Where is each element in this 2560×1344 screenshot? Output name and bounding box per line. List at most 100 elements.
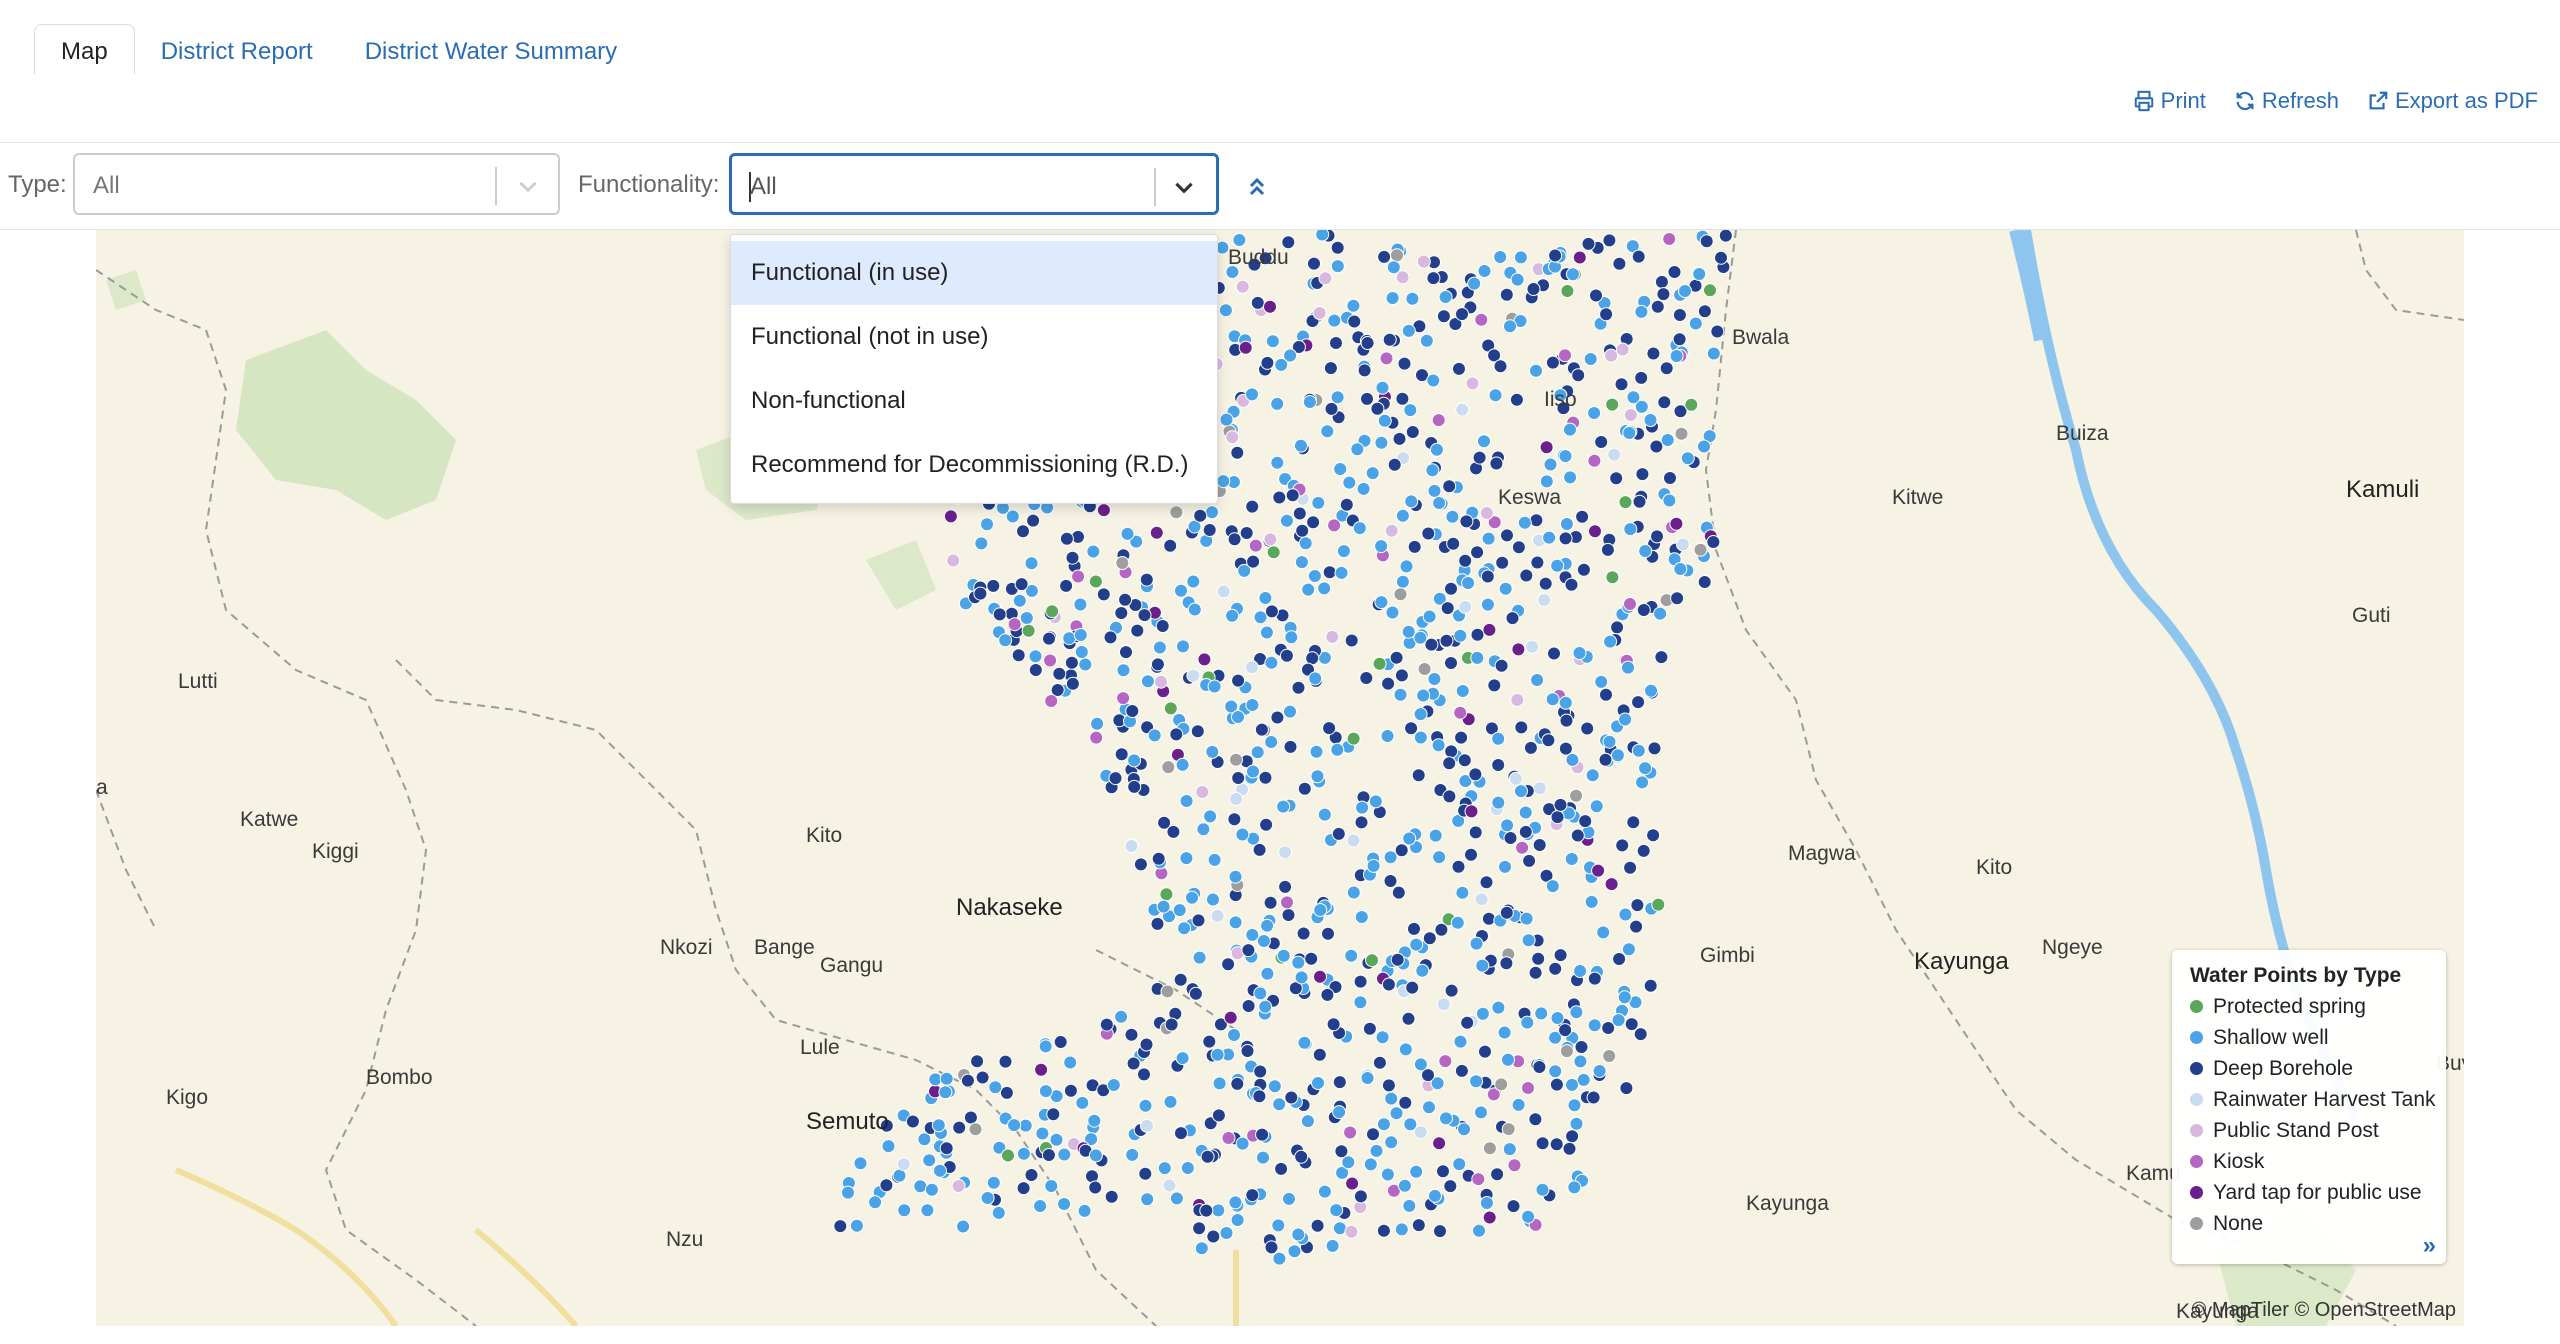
water-point-marker[interactable]: [1045, 604, 1060, 619]
water-point-marker[interactable]: [1564, 577, 1579, 592]
water-point-marker[interactable]: [1071, 569, 1086, 584]
water-point-marker[interactable]: [1232, 233, 1247, 247]
water-point-marker[interactable]: [1442, 756, 1457, 771]
water-point-marker[interactable]: [1325, 629, 1340, 644]
water-point-marker[interactable]: [1360, 336, 1375, 350]
water-point-marker[interactable]: [1444, 744, 1459, 759]
water-point-marker[interactable]: [1471, 1172, 1486, 1187]
water-point-marker[interactable]: [1252, 842, 1267, 857]
water-point-marker[interactable]: [1216, 474, 1231, 489]
water-point-marker[interactable]: [1228, 869, 1243, 884]
water-point-marker[interactable]: [1172, 903, 1187, 918]
water-point-marker[interactable]: [975, 1070, 990, 1085]
water-point-marker[interactable]: [1264, 735, 1279, 749]
water-point-marker[interactable]: [1038, 1084, 1053, 1099]
print-button[interactable]: Print: [2133, 88, 2206, 114]
water-point-marker[interactable]: [1034, 1062, 1049, 1077]
water-point-marker[interactable]: [1401, 323, 1416, 338]
water-point-marker[interactable]: [1124, 839, 1139, 853]
water-point-marker[interactable]: [1521, 933, 1536, 948]
water-point-marker[interactable]: [1530, 555, 1545, 570]
water-point-marker[interactable]: [1394, 1222, 1409, 1237]
water-point-marker[interactable]: [1479, 1196, 1494, 1210]
water-point-marker[interactable]: [1260, 355, 1275, 370]
water-point-marker[interactable]: [1370, 401, 1385, 416]
water-point-marker[interactable]: [1493, 359, 1508, 374]
water-point-marker[interactable]: [1515, 840, 1530, 855]
water-point-marker[interactable]: [1588, 524, 1602, 539]
water-point-marker[interactable]: [1024, 1168, 1039, 1182]
water-point-marker[interactable]: [1605, 397, 1620, 412]
water-point-marker[interactable]: [1535, 1182, 1550, 1197]
water-point-marker[interactable]: [1389, 650, 1404, 665]
water-point-marker[interactable]: [1235, 827, 1250, 842]
water-point-marker[interactable]: [1130, 623, 1145, 638]
water-point-marker[interactable]: [1402, 1198, 1417, 1213]
water-point-marker[interactable]: [1699, 234, 1714, 249]
water-point-marker[interactable]: [1392, 431, 1407, 446]
water-point-marker[interactable]: [1553, 948, 1568, 963]
water-point-marker[interactable]: [1436, 997, 1451, 1012]
water-point-marker[interactable]: [1384, 523, 1399, 538]
water-point-marker[interactable]: [1663, 471, 1677, 485]
water-point-marker[interactable]: [986, 578, 1001, 593]
water-point-marker[interactable]: [1659, 361, 1674, 376]
option-functional-not-in-use[interactable]: Functional (not in use): [731, 305, 1217, 369]
option-non-functional[interactable]: Non-functional: [731, 369, 1217, 433]
water-point-marker[interactable]: [1359, 671, 1374, 685]
water-point-marker[interactable]: [1191, 913, 1206, 928]
water-point-marker[interactable]: [1248, 538, 1263, 553]
water-point-marker[interactable]: [1272, 490, 1287, 505]
water-point-marker[interactable]: [1246, 554, 1261, 569]
water-point-marker[interactable]: [1411, 1218, 1426, 1233]
collapse-filters-icon[interactable]: [1245, 173, 1269, 201]
water-point-marker[interactable]: [1179, 794, 1194, 808]
water-point-marker[interactable]: [1322, 565, 1337, 580]
chevron-down-icon[interactable]: [515, 173, 541, 199]
water-point-marker[interactable]: [1649, 439, 1664, 454]
water-point-marker[interactable]: [1571, 368, 1586, 383]
water-point-marker[interactable]: [1258, 999, 1273, 1014]
water-point-marker[interactable]: [1653, 606, 1668, 621]
water-point-marker[interactable]: [1631, 249, 1646, 264]
water-point-marker[interactable]: [1680, 451, 1695, 466]
water-point-marker[interactable]: [1548, 248, 1563, 263]
water-point-marker[interactable]: [1481, 911, 1496, 926]
water-point-marker[interactable]: [1343, 1125, 1358, 1140]
water-point-marker[interactable]: [1210, 1047, 1225, 1062]
water-point-marker[interactable]: [1419, 333, 1434, 348]
water-point-marker[interactable]: [1656, 287, 1671, 302]
water-point-marker[interactable]: [1195, 785, 1210, 799]
water-point-marker[interactable]: [1592, 1064, 1607, 1078]
water-point-marker[interactable]: [833, 1219, 848, 1234]
water-point-marker[interactable]: [1309, 744, 1324, 759]
water-point-marker[interactable]: [1200, 1149, 1215, 1164]
water-point-marker[interactable]: [1238, 340, 1253, 355]
water-point-marker[interactable]: [943, 509, 958, 524]
water-point-marker[interactable]: [1559, 517, 1574, 531]
water-point-marker[interactable]: [1332, 1221, 1347, 1236]
water-point-marker[interactable]: [1529, 363, 1543, 378]
water-point-marker[interactable]: [1514, 720, 1529, 735]
water-point-marker[interactable]: [1453, 705, 1468, 720]
water-point-marker[interactable]: [853, 1156, 868, 1171]
water-point-marker[interactable]: [1603, 634, 1618, 649]
water-point-marker[interactable]: [1534, 1006, 1549, 1021]
water-point-marker[interactable]: [1634, 304, 1649, 319]
water-point-marker[interactable]: [1482, 1141, 1497, 1156]
water-point-marker[interactable]: [1607, 447, 1622, 462]
water-point-marker[interactable]: [1179, 851, 1194, 866]
water-point-marker[interactable]: [1140, 674, 1155, 689]
water-point-marker[interactable]: [868, 1195, 883, 1210]
water-point-marker[interactable]: [1429, 442, 1444, 457]
water-point-marker[interactable]: [1422, 931, 1437, 946]
water-point-marker[interactable]: [1697, 575, 1712, 589]
water-point-marker[interactable]: [1542, 530, 1557, 545]
water-point-marker[interactable]: [1511, 540, 1526, 555]
water-point-marker[interactable]: [1016, 1181, 1031, 1196]
water-point-marker[interactable]: [1646, 346, 1661, 361]
water-point-marker[interactable]: [1416, 254, 1431, 269]
water-point-marker[interactable]: [1323, 361, 1338, 376]
water-point-marker[interactable]: [1205, 505, 1219, 520]
water-point-marker[interactable]: [1405, 291, 1420, 306]
